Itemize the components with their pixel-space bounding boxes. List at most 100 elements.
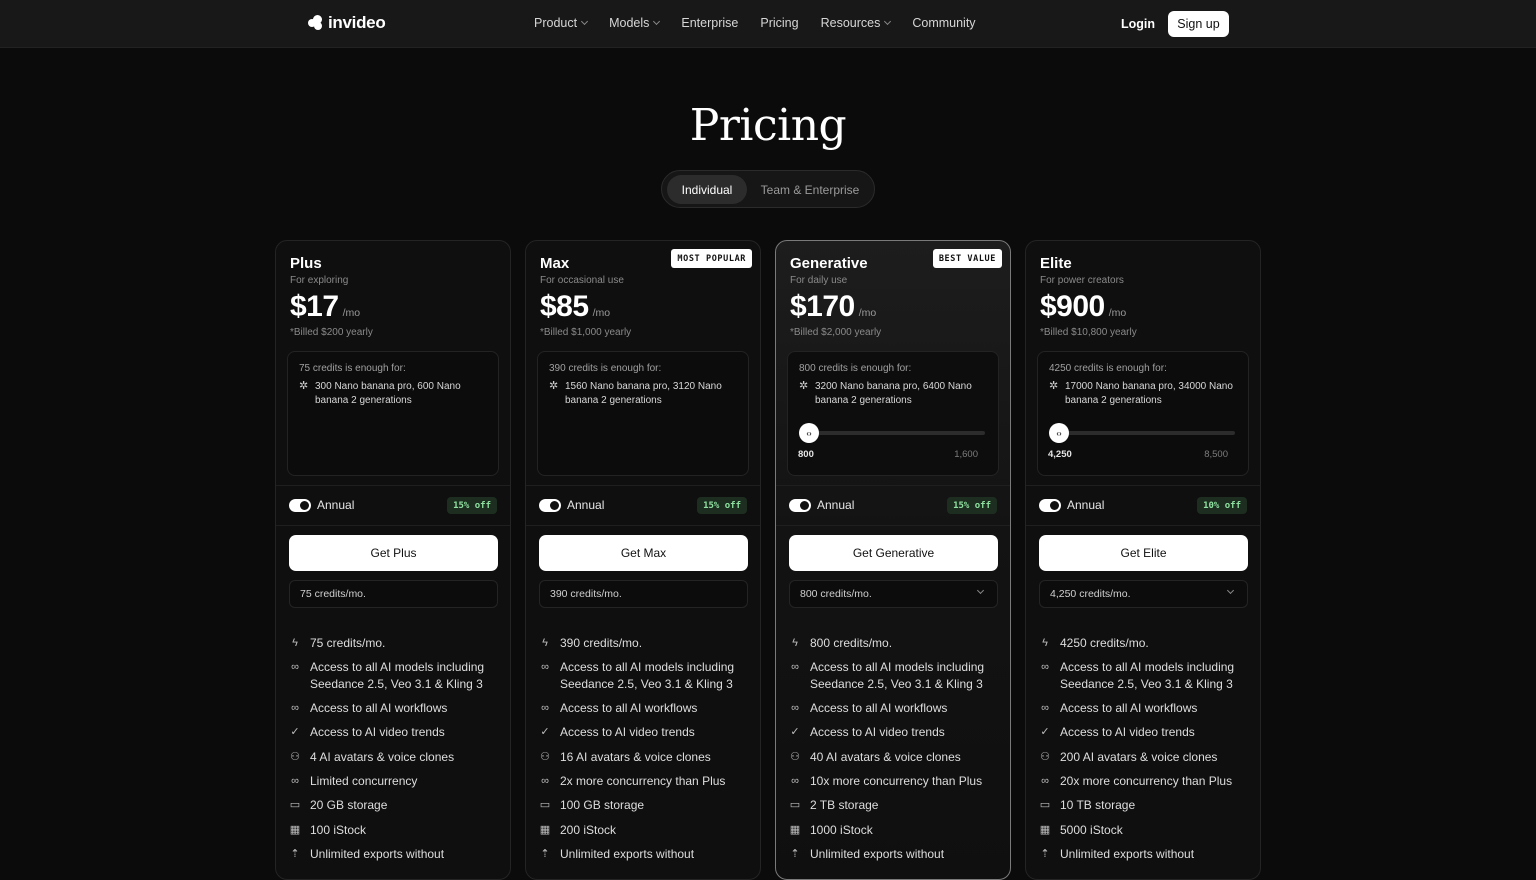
feature-text: 200 iStock bbox=[560, 822, 617, 837]
link-icon: ∞ bbox=[791, 774, 799, 787]
nav-link-product[interactable]: Product bbox=[534, 16, 589, 30]
annual-label: Annual bbox=[1067, 498, 1105, 512]
plan-price: $17/mo bbox=[290, 290, 360, 324]
slider-handle[interactable]: ‹› bbox=[799, 423, 819, 443]
nav-link-label: Pricing bbox=[760, 16, 799, 30]
feature-text: 40 AI avatars & voice clones bbox=[810, 749, 961, 764]
export-icon: ⇡ bbox=[1040, 847, 1050, 860]
nav-link-pricing[interactable]: Pricing bbox=[760, 16, 798, 30]
signup-button[interactable]: Sign up bbox=[1168, 11, 1229, 37]
feature-item: ∞ Access to all AI models including Seed… bbox=[789, 659, 1001, 692]
export-icon: ⇡ bbox=[290, 847, 300, 860]
credits-select[interactable]: 4,250 credits/mo. bbox=[1039, 580, 1248, 608]
feature-text: 2 TB storage bbox=[810, 798, 879, 813]
get-plan-button[interactable]: Get Generative bbox=[789, 535, 998, 571]
divider bbox=[276, 485, 510, 486]
feature-item: ∞ Access to all AI workflows bbox=[1039, 700, 1251, 717]
annual-toggle[interactable] bbox=[1039, 499, 1061, 512]
annual-toggle[interactable] bbox=[539, 499, 561, 512]
credits-usage-text: 1560 Nano banana pro, 3120 Nano banana 2… bbox=[565, 381, 722, 406]
link-icon: ∞ bbox=[291, 702, 299, 715]
check-icon: ✓ bbox=[1040, 726, 1050, 739]
plan-subtitle: For exploring bbox=[290, 275, 349, 286]
nav-link-models[interactable]: Models bbox=[609, 16, 661, 30]
users-icon: ⚇ bbox=[290, 750, 300, 763]
feature-item: ✓ Access to AI video trends bbox=[539, 724, 751, 741]
feature-text: 5000 iStock bbox=[1060, 822, 1123, 837]
feature-text: Access to all AI models including Seedan… bbox=[1060, 660, 1235, 691]
feature-list: ϟ 4250 credits/mo. ∞ Access to all AI mo… bbox=[1039, 635, 1251, 870]
credits-usage-text: 3200 Nano banana pro, 6400 Nano banana 2… bbox=[815, 381, 972, 406]
feature-item: ▭ 2 TB storage bbox=[789, 797, 1001, 814]
annual-toggle[interactable] bbox=[789, 499, 811, 512]
feature-text: Access to AI video trends bbox=[310, 725, 445, 740]
slider-handle[interactable]: ‹› bbox=[1049, 423, 1069, 443]
feature-text: Access to AI video trends bbox=[560, 725, 695, 740]
annual-toggle[interactable] bbox=[289, 499, 311, 512]
page-title: Pricing bbox=[689, 100, 847, 151]
plan-card-generative: BEST VALUE Generative For daily use $170/mo… bbox=[775, 240, 1011, 880]
slider-track[interactable] bbox=[1057, 431, 1235, 435]
chevron-down-icon bbox=[976, 586, 985, 595]
divider bbox=[1026, 525, 1260, 526]
chevron-down-icon bbox=[884, 17, 892, 26]
get-plan-button[interactable]: Get Plus bbox=[289, 535, 498, 571]
feature-text: 800 credits/mo. bbox=[810, 636, 893, 650]
link-icon: ∞ bbox=[791, 661, 799, 674]
credits-select-value: 75 credits/mo. bbox=[300, 588, 366, 600]
login-link[interactable]: Login bbox=[1121, 17, 1155, 31]
feature-item: ⇡ Unlimited exports without bbox=[1039, 846, 1251, 863]
feature-item: ▭ 20 GB storage bbox=[289, 797, 501, 814]
slider-track[interactable] bbox=[807, 431, 985, 435]
nav-link-label: Product bbox=[534, 16, 578, 30]
plan-name: Plus bbox=[290, 255, 322, 272]
feature-text: 2x more concurrency than Plus bbox=[560, 773, 726, 788]
credits-select: 390 credits/mo. bbox=[539, 580, 748, 608]
tab-individual[interactable]: Individual bbox=[667, 175, 747, 204]
link-icon: ∞ bbox=[541, 661, 549, 674]
get-plan-button[interactable]: Get Elite bbox=[1039, 535, 1248, 571]
feature-text: Access to all AI models including Seedan… bbox=[560, 660, 735, 691]
nav-link-resources[interactable]: Resources bbox=[821, 16, 892, 30]
plan-card-plus: Plus For exploring $17/mo *Billed $200 year… bbox=[275, 240, 511, 880]
feature-text: Unlimited exports without bbox=[560, 846, 695, 861]
feature-item: ∞ Access to all AI workflows bbox=[539, 700, 751, 717]
logo-icon bbox=[308, 15, 324, 31]
credits-usage: ✲ 1560 Nano banana pro, 3120 Nano banana… bbox=[549, 380, 741, 408]
get-plan-button[interactable]: Get Max bbox=[539, 535, 748, 571]
tab-team-enterprise[interactable]: Team & Enterprise bbox=[754, 175, 866, 204]
nav-link-enterprise[interactable]: Enterprise bbox=[681, 16, 738, 30]
feature-item: ⇡ Unlimited exports without bbox=[289, 846, 501, 863]
credits-box: 75 credits is enough for: ✲ 300 Nano ban… bbox=[287, 351, 499, 476]
credits-select[interactable]: 800 credits/mo. bbox=[789, 580, 998, 608]
plan-price: $900/mo bbox=[1040, 290, 1126, 324]
feature-text: 75 credits/mo. bbox=[310, 636, 386, 650]
feature-item: ▭ 100 GB storage bbox=[539, 797, 751, 814]
feature-item: ▦ 100 iStock bbox=[289, 822, 501, 839]
export-icon: ⇡ bbox=[540, 847, 550, 860]
feature-text: 10x more concurrency than Plus bbox=[810, 773, 983, 788]
bolt-icon: ϟ bbox=[792, 637, 798, 649]
feature-item: ∞ 20x more concurrency than Plus bbox=[1039, 773, 1251, 790]
logo[interactable]: invideo bbox=[308, 13, 386, 33]
feature-item: ▭ 10 TB storage bbox=[1039, 797, 1251, 814]
credits-box: 800 credits is enough for: ✲ 3200 Nano b… bbox=[787, 351, 999, 476]
feature-item: ∞ 10x more concurrency than Plus bbox=[789, 773, 1001, 790]
film-icon: ▦ bbox=[1039, 823, 1051, 836]
feature-text: 4250 credits/mo. bbox=[1060, 636, 1149, 650]
link-icon: ∞ bbox=[291, 661, 299, 674]
billing-note: *Billed $10,800 yearly bbox=[1040, 327, 1137, 338]
bolt-icon: ϟ bbox=[1042, 637, 1048, 649]
plan-name: Generative bbox=[790, 255, 868, 272]
credits-usage: ✲ 300 Nano banana pro, 600 Nano banana 2… bbox=[299, 380, 491, 408]
feature-item: ∞ Access to all AI models including Seed… bbox=[539, 659, 751, 692]
nav-link-community[interactable]: Community bbox=[912, 16, 975, 30]
link-icon: ∞ bbox=[1041, 661, 1049, 674]
feature-list: ϟ 75 credits/mo. ∞ Access to all AI mode… bbox=[289, 635, 501, 870]
feature-text: Access to all AI models including Seedan… bbox=[310, 660, 485, 691]
slider-min: 800 bbox=[798, 449, 814, 460]
discount-badge: 10% off bbox=[1197, 497, 1247, 514]
feature-list: ϟ 390 credits/mo. ∞ Access to all AI mod… bbox=[539, 635, 751, 870]
divider bbox=[526, 525, 760, 526]
plan-badge: MOST POPULAR bbox=[671, 249, 752, 268]
